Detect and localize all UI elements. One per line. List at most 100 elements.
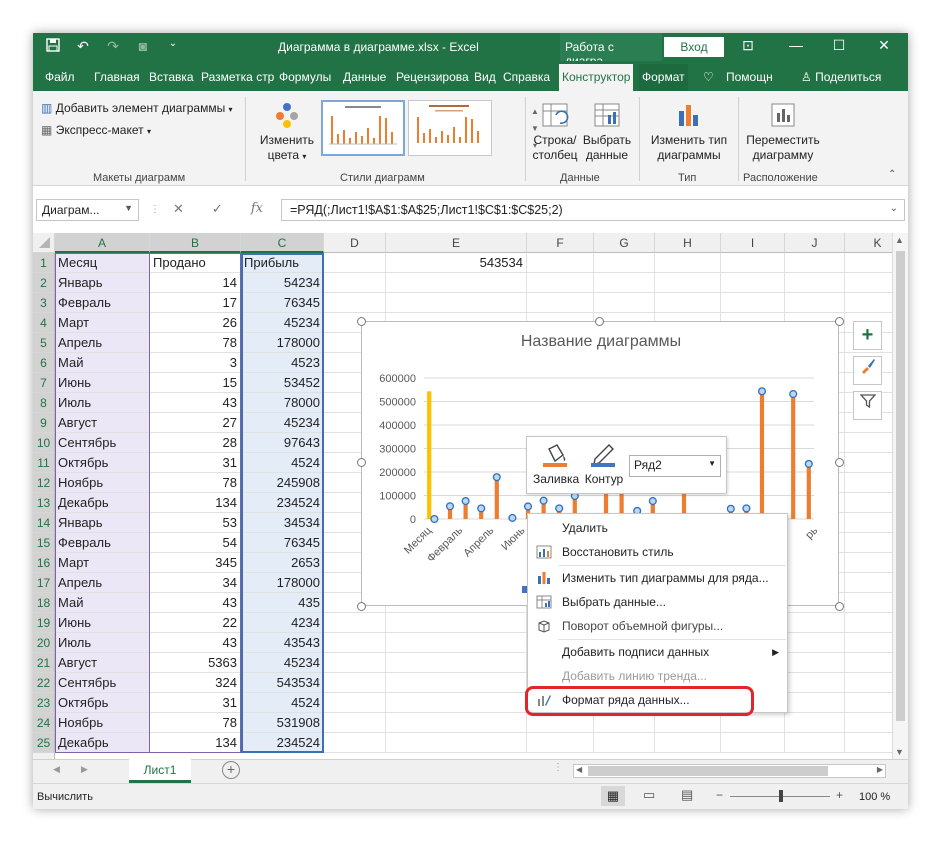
cell-h25[interactable] xyxy=(655,733,721,753)
cell-a14[interactable]: Январь xyxy=(55,513,150,533)
cell-b2[interactable]: 14 xyxy=(150,273,241,293)
zoom-out-icon[interactable]: − xyxy=(716,788,723,802)
cell-g1[interactable] xyxy=(594,253,655,273)
chart-filters-button[interactable] xyxy=(853,391,882,420)
resize-handle[interactable] xyxy=(595,317,604,326)
tab-formulas[interactable]: Формулы xyxy=(279,70,331,84)
name-box[interactable]: Диаграм... ▼ xyxy=(36,199,139,221)
cell-b19[interactable]: 22 xyxy=(150,613,241,633)
cell-k2[interactable] xyxy=(845,273,893,293)
cell-a12[interactable]: Ноябрь xyxy=(55,473,150,493)
resize-handle[interactable] xyxy=(835,317,844,326)
cell-j20[interactable] xyxy=(785,633,845,653)
cell-d1[interactable] xyxy=(324,253,386,273)
cell-h24[interactable] xyxy=(655,713,721,733)
tab-tell-me[interactable]: Помощн xyxy=(726,70,773,84)
cell-a4[interactable]: Март xyxy=(55,313,150,333)
cell-d22[interactable] xyxy=(324,673,386,693)
cell-a25[interactable]: Декабрь xyxy=(55,733,150,753)
tab-help[interactable]: Справка xyxy=(503,70,550,84)
cell-e21[interactable] xyxy=(386,653,527,673)
column-header-h[interactable]: H xyxy=(655,233,721,253)
scroll-right-icon[interactable]: ▶ xyxy=(877,765,883,774)
selection-handle[interactable] xyxy=(477,504,486,513)
horizontal-scrollbar[interactable]: ◀ ▶ xyxy=(573,764,886,778)
share-button[interactable]: ♙ Поделиться xyxy=(801,70,881,84)
bar-2-21[interactable] xyxy=(759,391,765,519)
cell-d2[interactable] xyxy=(324,273,386,293)
column-header-e[interactable]: E xyxy=(386,233,527,253)
dropdown-arrow-icon[interactable]: ▼ xyxy=(708,459,716,468)
cell-j3[interactable] xyxy=(785,293,845,313)
resize-handle[interactable] xyxy=(835,458,844,467)
page-layout-view-icon[interactable]: ▭ xyxy=(643,787,655,803)
cell-b16[interactable]: 345 xyxy=(150,553,241,573)
selection-handle[interactable] xyxy=(757,387,767,396)
cell-k23[interactable] xyxy=(845,693,893,713)
cell-h3[interactable] xyxy=(655,293,721,313)
row-header[interactable]: 23 xyxy=(33,693,55,713)
column-header-g[interactable]: G xyxy=(594,233,655,253)
cell-d3[interactable] xyxy=(324,293,386,313)
cell-c17[interactable]: 178000 xyxy=(241,573,324,593)
add-sheet-icon[interactable]: + xyxy=(222,761,240,779)
row-header[interactable]: 19 xyxy=(33,613,55,633)
cell-e3[interactable] xyxy=(386,293,527,313)
cell-b13[interactable]: 134 xyxy=(150,493,241,513)
cell-a17[interactable]: Апрель xyxy=(55,573,150,593)
menu-item-delete[interactable]: Удалить xyxy=(528,516,787,540)
menu-item-select-data[interactable]: Выбрать данные... xyxy=(528,590,787,614)
column-header-i[interactable]: I xyxy=(721,233,785,253)
cell-a18[interactable]: Май xyxy=(55,593,150,613)
cell-e20[interactable] xyxy=(386,633,527,653)
cell-a9[interactable]: Август xyxy=(55,413,150,433)
cell-e19[interactable] xyxy=(386,613,527,633)
dropdown-arrow-icon[interactable]: ▼ xyxy=(124,203,133,213)
cell-b22[interactable]: 324 xyxy=(150,673,241,693)
cell-b23[interactable]: 31 xyxy=(150,693,241,713)
cell-b24[interactable]: 78 xyxy=(150,713,241,733)
row-header[interactable]: 15 xyxy=(33,533,55,553)
cell-c2[interactable]: 54234 xyxy=(241,273,324,293)
row-header[interactable]: 11 xyxy=(33,453,55,473)
cell-a10[interactable]: Сентябрь xyxy=(55,433,150,453)
cell-e23[interactable] xyxy=(386,693,527,713)
row-header[interactable]: 21 xyxy=(33,653,55,673)
row-header[interactable]: 14 xyxy=(33,513,55,533)
cell-h1[interactable] xyxy=(655,253,721,273)
cell-c12[interactable]: 245908 xyxy=(241,473,324,493)
bar-1-0[interactable] xyxy=(427,391,432,519)
bar-2-4[interactable] xyxy=(494,477,499,519)
ribbon-display-icon[interactable]: ⊡ xyxy=(735,37,761,54)
zoom-level[interactable]: 100 % xyxy=(859,791,890,803)
column-header-k[interactable]: K xyxy=(845,233,893,253)
selection-handle[interactable] xyxy=(523,502,533,511)
scroll-up-icon[interactable]: ▲ xyxy=(895,235,904,245)
cell-k13[interactable] xyxy=(845,493,893,513)
cell-k11[interactable] xyxy=(845,453,893,473)
resize-handle[interactable] xyxy=(357,458,366,467)
row-header[interactable]: 6 xyxy=(33,353,55,373)
cell-b14[interactable]: 53 xyxy=(150,513,241,533)
scroll-sheets-right-icon[interactable]: ▶ xyxy=(81,764,88,775)
cell-b17[interactable]: 34 xyxy=(150,573,241,593)
row-header[interactable]: 1 xyxy=(33,253,55,273)
row-header[interactable]: 9 xyxy=(33,413,55,433)
row-header[interactable]: 3 xyxy=(33,293,55,313)
column-header-d[interactable]: D xyxy=(324,233,386,253)
cell-d19[interactable] xyxy=(324,613,386,633)
cell-a6[interactable]: Май xyxy=(55,353,150,373)
cell-f25[interactable] xyxy=(527,733,594,753)
select-data-button[interactable]: Выбрать данные xyxy=(581,101,633,163)
cell-a15[interactable]: Февраль xyxy=(55,533,150,553)
selection-handle[interactable] xyxy=(555,504,564,513)
resize-handle[interactable] xyxy=(357,602,366,611)
scroll-sheets-left-icon[interactable]: ◀ xyxy=(53,764,60,775)
column-header-b[interactable]: B xyxy=(150,233,241,253)
expand-formula-icon[interactable]: ⌄ xyxy=(890,203,898,214)
cell-f3[interactable] xyxy=(527,293,594,313)
cell-b20[interactable]: 43 xyxy=(150,633,241,653)
selection-handle[interactable] xyxy=(539,496,548,505)
cell-a23[interactable]: Октябрь xyxy=(55,693,150,713)
cell-a19[interactable]: Июнь xyxy=(55,613,150,633)
